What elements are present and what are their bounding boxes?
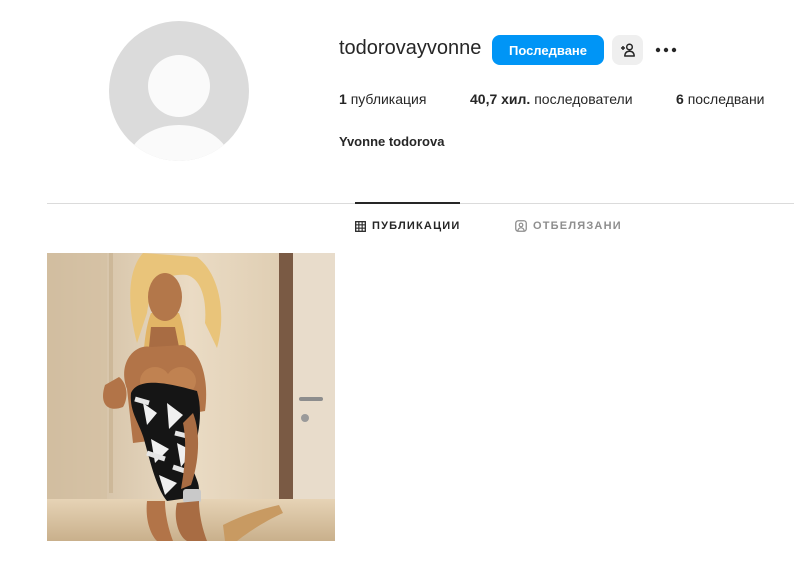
following-count-value: 6 [676,91,684,107]
more-horizontal-icon [655,47,677,53]
suggested-accounts-button[interactable] [612,35,643,65]
person-plus-icon [620,43,635,57]
tab-posts-label: ПУБЛИКАЦИИ [372,220,461,232]
profile-full-name: Yvonne todorova [339,134,445,149]
more-options-button[interactable] [653,38,679,62]
profile-username: todorovayvonne [339,37,482,59]
tab-tagged[interactable]: ОТБЕЛЯЗАНИ [515,220,622,232]
following-count[interactable]: 6 последвани [676,91,765,107]
active-tab-indicator [355,202,460,204]
followers-count-value: 40,7 хил. [470,91,531,107]
post-thumbnail[interactable] [47,253,335,541]
tab-tagged-label: ОТБЕЛЯЗАНИ [533,220,622,232]
post-photo [47,253,335,541]
follow-button[interactable]: Последване [492,35,604,65]
followers-count[interactable]: 40,7 хил. последователи [470,91,633,107]
following-count-label: последвани [687,91,765,107]
grid-icon [355,220,366,232]
avatar-head-shape [148,55,210,117]
posts-count-label: публикация [350,91,427,107]
posts-count: 1 публикация [339,91,426,107]
followers-count-label: последователи [534,91,633,107]
posts-count-value: 1 [339,91,347,107]
avatar-body-shape [127,125,231,161]
tagged-icon [515,220,527,232]
tab-posts[interactable]: ПУБЛИКАЦИИ [355,220,461,232]
profile-avatar[interactable] [109,21,249,161]
